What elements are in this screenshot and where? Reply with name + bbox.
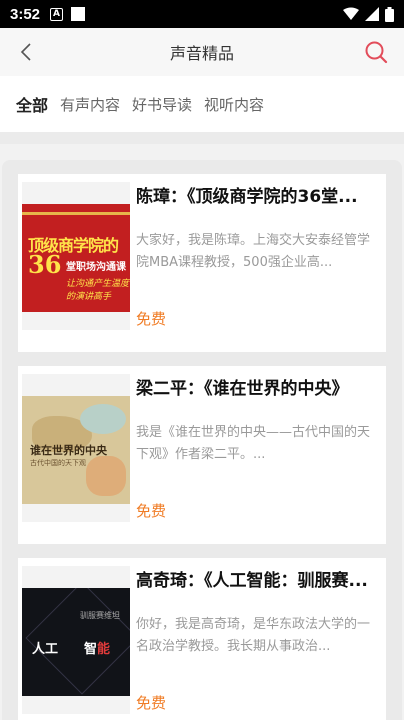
tab-all[interactable]: 全部 — [16, 92, 48, 116]
section-divider — [0, 132, 404, 144]
signal-icon — [365, 7, 379, 21]
wifi-icon — [343, 7, 359, 20]
item-price: 免费 — [136, 310, 167, 328]
item-price: 免费 — [136, 502, 167, 520]
cover-title: 谁在世界的中央 — [30, 444, 107, 457]
list-item[interactable]: 驯服赛维坦 人工 智能 高奇琦：《人工智能：驯服赛... 你好，我是高奇琦，是华… — [18, 558, 386, 720]
app-header: 声音精品 — [0, 28, 404, 76]
book-cover: 驯服赛维坦 人工 智能 — [22, 588, 130, 696]
book-cover: 顶级商学院的 36 堂职场沟通课 让沟通产生温度的演讲高手 — [22, 204, 130, 312]
category-tabs: 全部 有声内容 好书导读 视听内容 — [0, 76, 404, 132]
list-item[interactable]: 顶级商学院的 36 堂职场沟通课 让沟通产生温度的演讲高手 陈璋：《顶级商学院的… — [18, 174, 386, 352]
cover-number: 36 — [28, 250, 62, 279]
chevron-left-icon — [20, 43, 31, 61]
cover-title-2: 智能 — [84, 642, 111, 657]
cover-title: 人工 — [32, 642, 59, 657]
search-icon — [365, 41, 388, 64]
cover-tagline: 让沟通产生温度的演讲高手 — [66, 279, 130, 302]
notification-square-icon — [71, 7, 86, 21]
notification-a-icon: A — [50, 7, 64, 21]
item-title: 梁二平：《谁在世界的中央》 — [136, 379, 349, 399]
item-description: 我是《谁在世界的中央——古代中国的天下观》作者梁二平。... — [136, 425, 371, 462]
search-button[interactable] — [362, 38, 390, 66]
item-description: 你好，我是高奇琦，是华东政法大学的一名政治学教授。我长期从事政治... — [136, 617, 371, 654]
battery-icon — [385, 6, 394, 22]
cover-subtitle: 驯服赛维坦 — [80, 611, 120, 620]
tab-audio-content[interactable]: 有声内容 — [60, 94, 120, 115]
page-title: 声音精品 — [169, 44, 234, 63]
item-price: 免费 — [136, 694, 167, 712]
cover-subtitle: 堂职场沟通课 — [66, 262, 126, 273]
item-description: 大家好，我是陈璋。上海交大安泰经管学院MBA课程教授，500强企业高... — [136, 233, 371, 270]
item-title: 陈璋：《顶级商学院的36堂... — [136, 187, 358, 207]
status-time: 3:52 — [10, 5, 41, 23]
content-list[interactable]: 顶级商学院的 36 堂职场沟通课 让沟通产生温度的演讲高手 陈璋：《顶级商学院的… — [0, 160, 404, 720]
item-title: 高奇琦：《人工智能：驯服赛... — [136, 571, 368, 591]
tab-video-content[interactable]: 视听内容 — [204, 94, 264, 115]
list-item[interactable]: 谁在世界的中央 古代中国的天下观 梁二平：《谁在世界的中央》 我是《谁在世界的中… — [18, 366, 386, 544]
back-button[interactable] — [12, 38, 40, 66]
book-cover: 谁在世界的中央 古代中国的天下观 — [22, 396, 130, 504]
tab-book-guide[interactable]: 好书导读 — [132, 94, 192, 115]
status-bar: 3:52 A — [0, 0, 404, 28]
cover-subtitle: 古代中国的天下观 — [30, 459, 86, 467]
